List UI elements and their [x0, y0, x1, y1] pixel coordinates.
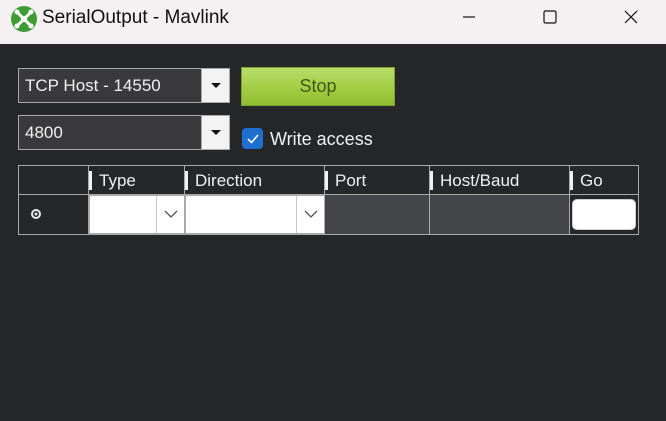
maximize-icon: [543, 10, 557, 24]
grid-corner-header: [19, 166, 89, 195]
column-header-go[interactable]: Go: [570, 166, 638, 195]
dropdown-arrow-icon[interactable]: [201, 69, 229, 102]
write-access-label: Write access: [270, 129, 373, 149]
direction-select[interactable]: [185, 195, 325, 234]
serial-output-window: SerialOutput - Mavlink TCP Host - 14550 …: [0, 0, 666, 421]
column-header-direction[interactable]: Direction: [185, 166, 325, 195]
chevron-down-icon[interactable]: [156, 196, 184, 233]
title-bar: SerialOutput - Mavlink: [0, 0, 666, 44]
type-select[interactable]: [89, 195, 185, 234]
close-button[interactable]: [604, 0, 658, 34]
chevron-down-icon[interactable]: [296, 196, 324, 233]
column-header-label: Host/Baud: [440, 171, 520, 190]
column-header-label: Go: [580, 171, 603, 190]
connection-type-value: TCP Host - 14550: [25, 76, 161, 95]
row-header[interactable]: [19, 195, 89, 234]
baud-rate-select[interactable]: 4800: [18, 115, 230, 150]
column-header-label: Direction: [195, 171, 263, 190]
write-access-checkbox[interactable]: [242, 128, 263, 149]
dropdown-arrow-icon[interactable]: [201, 116, 229, 149]
mission-planner-icon: [10, 5, 38, 33]
column-header-label: Type: [99, 171, 136, 190]
host-baud-cell[interactable]: [430, 195, 570, 234]
minimize-icon: [463, 16, 475, 18]
column-header-label: Port: [335, 171, 367, 190]
checkmark-icon: [247, 134, 258, 143]
serial-output-grid: Type Direction Port Host/Baud Go: [18, 165, 639, 235]
port-cell[interactable]: [325, 195, 430, 234]
baud-rate-value: 4800: [25, 123, 63, 142]
column-header-port[interactable]: Port: [325, 166, 430, 195]
window-title: SerialOutput - Mavlink: [42, 7, 229, 28]
minimize-button[interactable]: [442, 0, 496, 34]
stop-button[interactable]: Stop: [241, 67, 395, 106]
column-header-host-baud[interactable]: Host/Baud: [430, 166, 570, 195]
close-icon: [624, 10, 638, 24]
new-row-icon: [31, 209, 41, 219]
maximize-button[interactable]: [523, 0, 577, 34]
go-button[interactable]: [572, 199, 636, 230]
column-header-type[interactable]: Type: [89, 166, 185, 195]
connection-type-select[interactable]: TCP Host - 14550: [18, 68, 230, 103]
